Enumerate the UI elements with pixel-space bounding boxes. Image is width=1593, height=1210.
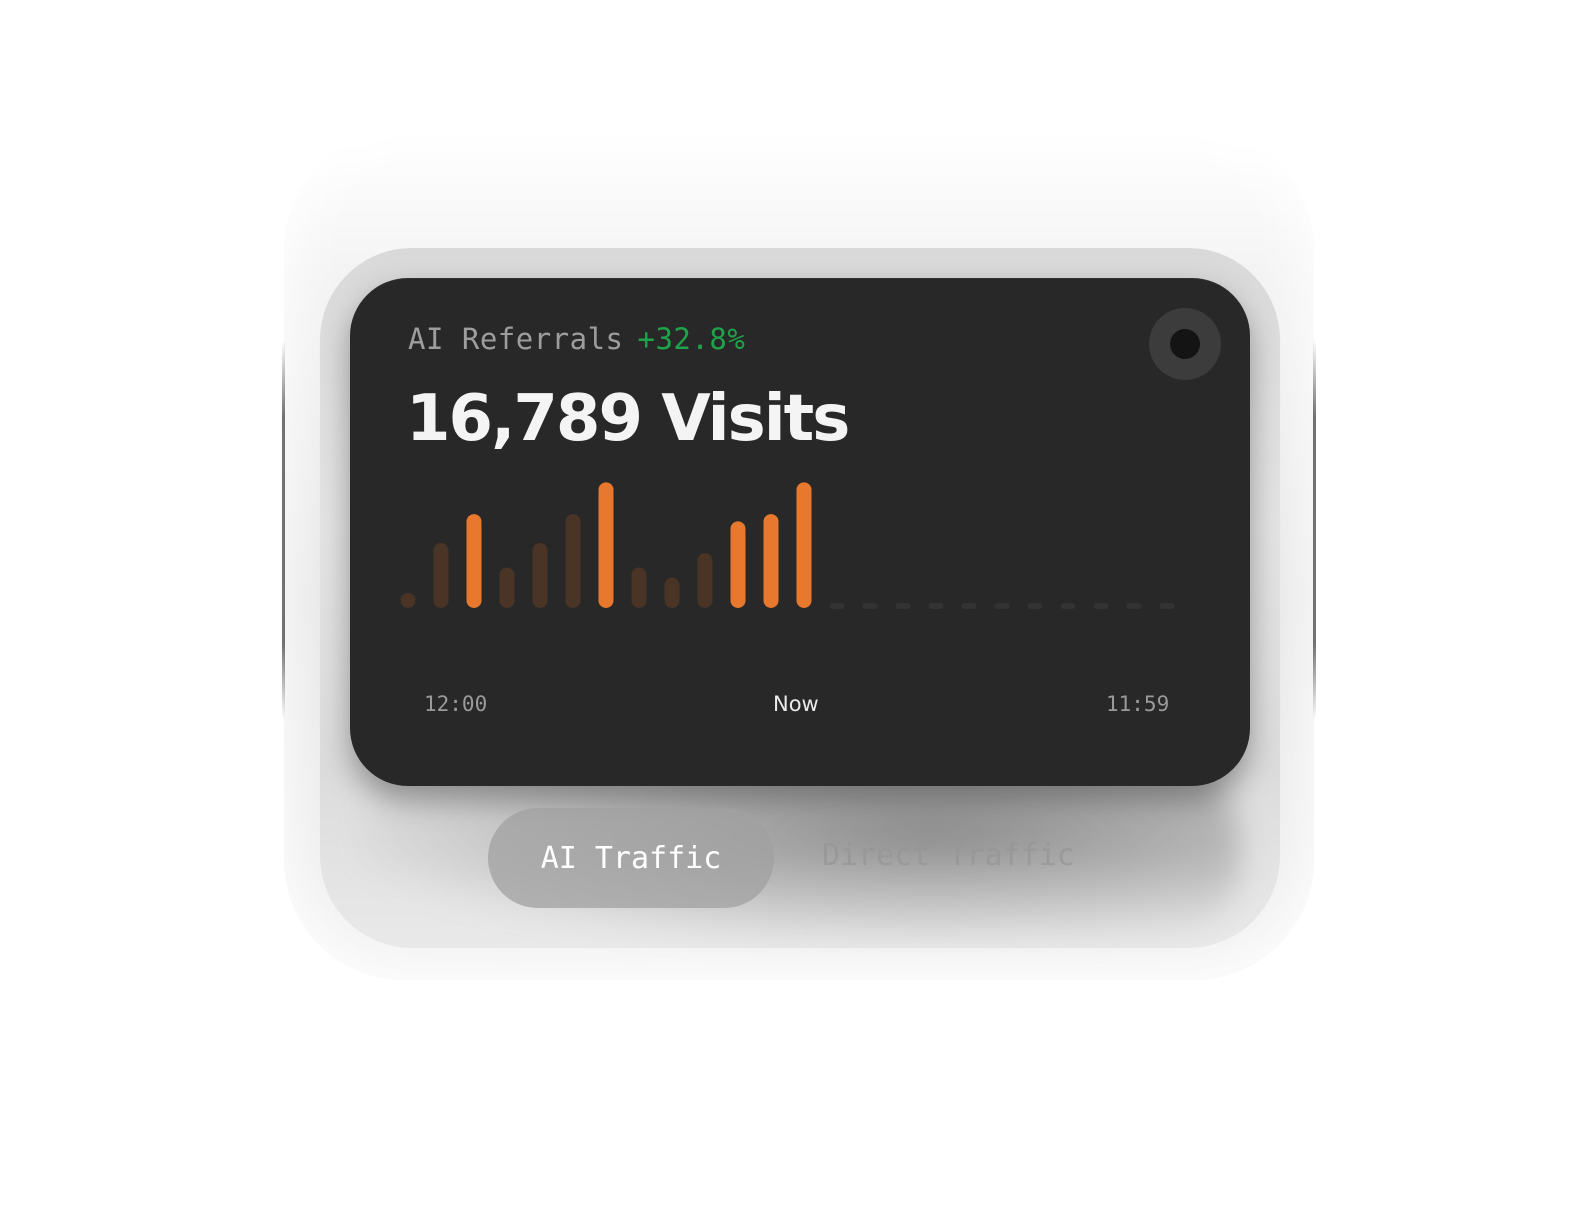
future-slot-tick [895, 603, 911, 609]
metric-label: AI Referrals [408, 322, 624, 356]
bar-group [400, 482, 812, 608]
future-slot-tick [994, 603, 1010, 609]
bar [499, 567, 515, 608]
future-slot-tick [1126, 603, 1142, 609]
timeline-now-label: Now [773, 692, 819, 716]
visits-headline: 16,789 Visits [406, 382, 850, 456]
stage: AI Referrals +32.8% 16,789 Visits 12:00 N… [0, 0, 1593, 1210]
bar [433, 543, 449, 608]
visits-card: AI Referrals +32.8% 16,789 Visits 12:00 N… [350, 278, 1250, 786]
bar-highlighted [796, 482, 812, 608]
card-header: AI Referrals +32.8% [408, 322, 745, 356]
future-slot-tick [862, 603, 878, 609]
metric-delta: +32.8% [637, 322, 746, 356]
bar-highlighted [730, 521, 746, 608]
bar-highlighted [763, 514, 779, 608]
future-slot-group [829, 603, 1175, 609]
bar [400, 593, 416, 608]
bar-highlighted [466, 514, 482, 608]
bar [565, 514, 581, 608]
timeline-end-label: 11:59 [1106, 692, 1170, 716]
tab-ai-traffic[interactable]: AI Traffic [488, 808, 774, 908]
future-slot-tick [1060, 603, 1076, 609]
future-slot-tick [1093, 603, 1109, 609]
camera-icon [1149, 308, 1221, 380]
tab-direct-traffic[interactable]: Direct Traffic [822, 838, 1075, 873]
traffic-bar-chart [400, 482, 1175, 609]
future-slot-tick [1027, 603, 1043, 609]
future-slot-tick [928, 603, 944, 609]
timeline-start-label: 12:00 [424, 692, 488, 716]
camera-lens [1170, 329, 1200, 359]
future-slot-tick [829, 603, 845, 609]
bar-highlighted [598, 482, 614, 608]
future-slot-tick [1159, 603, 1175, 609]
future-slot-tick [961, 603, 977, 609]
bar [631, 567, 647, 608]
bar [532, 543, 548, 608]
bar [697, 553, 713, 608]
bar [664, 577, 680, 608]
